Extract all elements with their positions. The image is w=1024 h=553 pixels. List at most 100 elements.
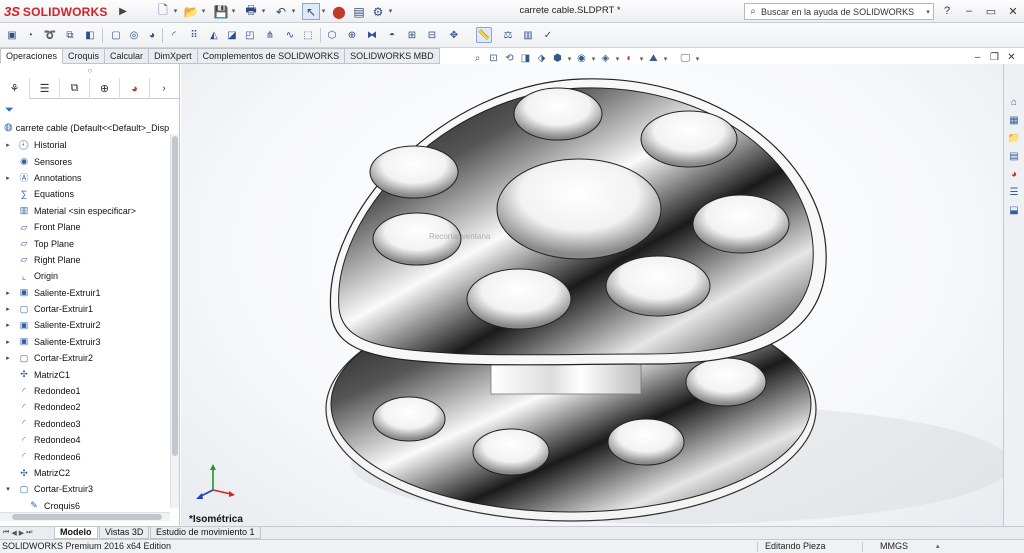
shell-icon[interactable]: ◰ <box>242 27 258 43</box>
open-dropdown-icon[interactable]: ▾ <box>200 3 207 20</box>
tab-estudio-movimiento[interactable]: Estudio de movimiento 1 <box>150 527 261 539</box>
propertymanager-tab-icon[interactable]: ☰ <box>30 78 60 99</box>
displaymanager-tab-icon[interactable]: ◕ <box>120 78 150 99</box>
view-palette-icon[interactable]: ▤ <box>1006 148 1022 164</box>
undo-dropdown-icon[interactable]: ▾ <box>290 3 297 20</box>
swept-boss-icon[interactable]: ➰ <box>42 27 58 43</box>
configurationmanager-tab-icon[interactable]: ⧉ <box>60 78 90 99</box>
custom-properties-icon[interactable]: ☰ <box>1006 184 1022 200</box>
dome-icon[interactable]: ◓ <box>384 27 400 43</box>
design-library-icon[interactable]: ▦ <box>1006 112 1022 128</box>
boundary-boss-icon[interactable]: ◧ <box>82 27 98 43</box>
search-dropdown-icon[interactable]: ▾ <box>923 8 933 16</box>
save-dropdown-icon[interactable]: ▾ <box>230 3 237 20</box>
prev-tab-icon[interactable]: ◀ <box>11 529 16 537</box>
graphics-viewport[interactable]: Recortar ventana *Isométrica <box>181 64 1003 526</box>
split-icon[interactable]: ⊟ <box>424 27 440 43</box>
minimize-icon[interactable]: – <box>958 0 980 22</box>
expand-arrow-icon[interactable]: ▸ <box>4 305 12 313</box>
tab-vistas-3d[interactable]: Vistas 3D <box>99 527 150 539</box>
doc-restore-icon[interactable]: ❐ <box>986 50 1003 64</box>
move-copy-icon[interactable]: ✥ <box>446 27 462 43</box>
close-icon[interactable]: ✕ <box>1002 0 1024 22</box>
appearances-scenes-icon[interactable]: ◕ <box>1006 166 1022 182</box>
feature-tree-vertical-scrollbar[interactable] <box>170 134 179 508</box>
tree-item[interactable]: ▸ ▣ Saliente-Extruir3 <box>0 334 168 350</box>
tree-item[interactable]: ▸ 🕘 Historial <box>0 137 168 153</box>
panel-grip-handle[interactable]: ○ <box>0 64 180 77</box>
tab-croquis[interactable]: Croquis <box>63 48 106 64</box>
menu-flyout-arrow-icon[interactable]: ▶ <box>118 4 128 19</box>
open-folder-icon[interactable]: 📂 <box>182 3 200 20</box>
rib-icon[interactable]: ◭ <box>206 27 222 43</box>
revolved-boss-icon[interactable]: ◔ <box>22 27 38 43</box>
tree-item[interactable]: ▾ ▢ Cortar-Extruir3 <box>0 481 168 497</box>
section-properties-icon[interactable]: ▥ <box>520 27 536 43</box>
doc-close-icon[interactable]: ✕ <box>1003 50 1020 64</box>
units-dropdown-icon[interactable]: ▴ <box>936 540 940 553</box>
lofted-boss-icon[interactable]: ⧉ <box>62 27 78 43</box>
units-indicator[interactable]: MMGS <box>880 540 908 553</box>
mass-properties-icon[interactable]: ⚖ <box>500 27 516 43</box>
draft-icon[interactable]: ◪ <box>224 27 240 43</box>
tree-item[interactable]: ▸ Ⓐ Annotations <box>0 170 168 186</box>
file-properties-icon[interactable]: ▤ <box>350 3 368 20</box>
tree-item[interactable]: ◜ Redondeo3 <box>0 416 168 432</box>
expand-arrow-icon[interactable]: ▸ <box>4 354 12 362</box>
tab-complementos[interactable]: Complementos de SOLIDWORKS <box>197 48 346 64</box>
first-tab-icon[interactable]: ⏮ <box>3 529 9 537</box>
solidworks-resources-icon[interactable]: ⌂ <box>1006 94 1022 110</box>
file-explorer-icon[interactable]: 📁 <box>1006 130 1022 146</box>
select-dropdown-icon[interactable]: ▾ <box>320 3 327 20</box>
solidworks-forum-icon[interactable]: ⬓ <box>1006 202 1022 218</box>
tree-item[interactable]: ∑ Equations <box>0 186 168 202</box>
expand-arrow-icon[interactable]: ▸ <box>4 141 12 149</box>
combine-icon[interactable]: ⊞ <box>404 27 420 43</box>
featuremanager-tab-icon[interactable]: ⚘ <box>0 78 30 99</box>
feature-tree-horizontal-scrollbar[interactable] <box>0 512 170 521</box>
select-cursor-icon[interactable]: ↖ <box>302 3 320 20</box>
rebuild-icon[interactable]: ⬤ <box>330 3 348 20</box>
new-dropdown-icon[interactable]: ▾ <box>172 3 179 20</box>
intersect-icon[interactable]: ⊕ <box>344 27 360 43</box>
tree-item[interactable]: ✣ MatrizC1 <box>0 366 168 382</box>
tab-dimxpert[interactable]: DimXpert <box>149 48 198 64</box>
tree-item[interactable]: ▸ ▣ Saliente-Extruir1 <box>0 285 168 301</box>
save-icon[interactable]: 💾 <box>212 3 230 20</box>
tree-item[interactable]: ◜ Redondeo2 <box>0 399 168 415</box>
tree-item[interactable]: ▸ ▢ Cortar-Extruir1 <box>0 301 168 317</box>
tree-item[interactable]: ◜ Redondeo4 <box>0 432 168 448</box>
instant3d-icon[interactable]: ⬚ <box>300 27 316 43</box>
tree-item[interactable]: ✣ MatrizC2 <box>0 465 168 481</box>
restore-icon[interactable]: ▭ <box>980 0 1002 22</box>
tree-item[interactable]: ▥ Material <sin especificar> <box>0 203 168 219</box>
tree-item[interactable]: ◜ Redondeo1 <box>0 383 168 399</box>
hole-wizard-icon[interactable]: ◎ <box>126 27 142 43</box>
help-search-box[interactable]: ⌕ Buscar en la ayuda de SOLIDWORKS ▾ <box>744 3 934 20</box>
tab-calcular[interactable]: Calcular <box>105 48 150 64</box>
measure-icon[interactable]: 📏 <box>476 27 492 43</box>
tree-root-part[interactable]: ◍ carrete cable (Default<<Default>_Disp <box>4 122 174 133</box>
tree-item[interactable]: ◜ Redondeo6 <box>0 448 168 464</box>
tree-item[interactable]: ▱ Right Plane <box>0 252 168 268</box>
fillet-icon[interactable]: ◜ <box>166 27 182 43</box>
undo-icon[interactable]: ↶ <box>272 3 290 20</box>
tree-item[interactable]: ▸ ▢ Cortar-Extruir2 <box>0 350 168 366</box>
curves-icon[interactable]: ∿ <box>282 27 298 43</box>
linear-pattern-icon[interactable]: ⠿ <box>186 27 202 43</box>
tree-item[interactable]: ⌞ Origin <box>0 268 168 284</box>
new-document-icon[interactable]: 🗋 <box>154 3 172 20</box>
tree-item[interactable]: ▸ ▣ Saliente-Extruir2 <box>0 317 168 333</box>
tree-item[interactable]: ◉ Sensores <box>0 153 168 169</box>
extruded-boss-icon[interactable]: ▣ <box>4 27 20 43</box>
expand-arrow-icon[interactable]: ▸ <box>4 321 12 329</box>
tree-item[interactable]: ▱ Top Plane <box>0 235 168 251</box>
tab-modelo[interactable]: Modelo <box>54 527 98 539</box>
options-gear-icon[interactable]: ⚙ <box>369 3 387 20</box>
panel-more-arrow-icon[interactable]: › <box>150 78 178 99</box>
wrap-icon[interactable]: ⬡ <box>324 27 340 43</box>
expand-arrow-icon[interactable]: ▸ <box>4 289 12 297</box>
filter-funnel-icon[interactable]: ⏷ <box>5 104 14 117</box>
options-dropdown-icon[interactable]: ▾ <box>387 3 394 20</box>
print-icon[interactable]: 🖶 <box>242 3 260 20</box>
